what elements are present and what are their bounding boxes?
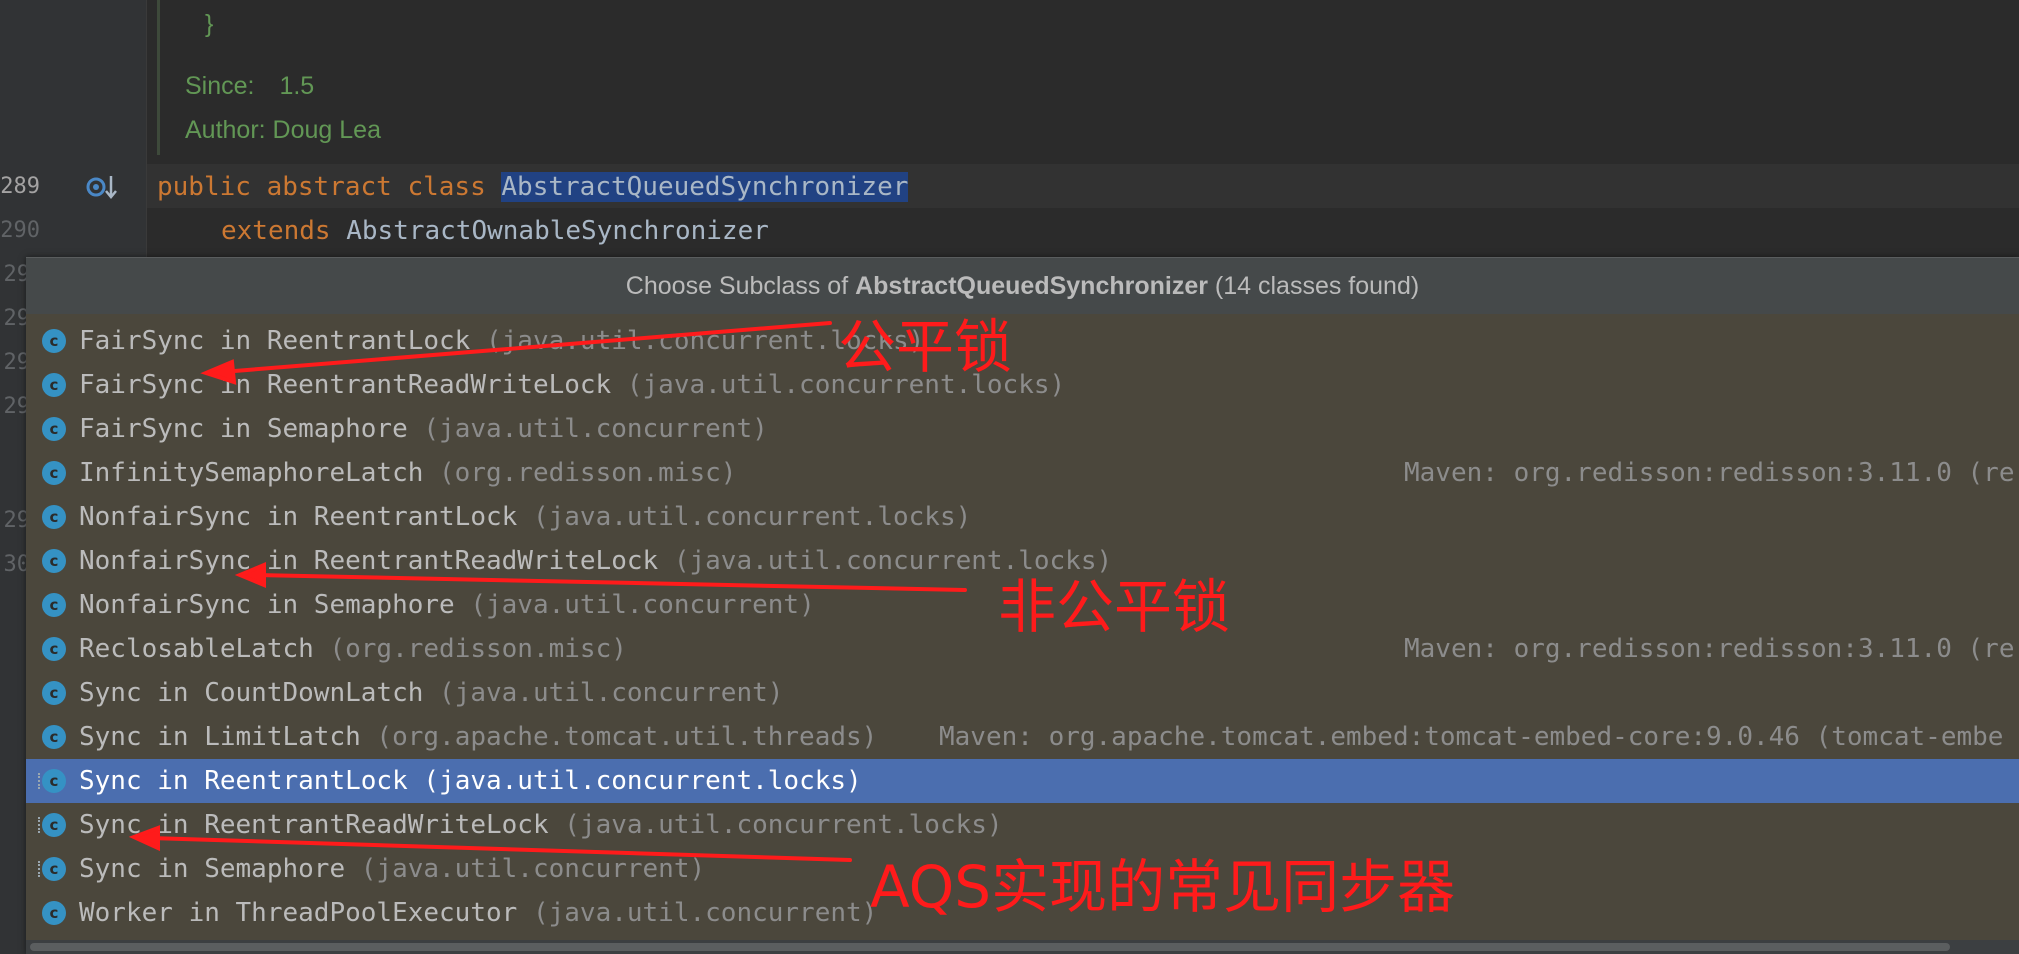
annotation-nonfair-lock: 非公平锁 [998,573,1231,641]
arrow-fair-lock [220,321,832,374]
arrow-nonfair-lock [254,573,967,592]
arrow-nonfair-lock-head [234,562,266,588]
arrow-fair-lock-head [200,359,237,385]
annotation-aqs-common: AQS实现的常见同步器 [870,853,1456,921]
arrow-aqs-sync [148,836,852,862]
arrow-aqs-sync-head [128,825,160,852]
annotation-arrows [128,321,967,862]
annotation-fair-lock: 公平锁 [838,313,1013,381]
